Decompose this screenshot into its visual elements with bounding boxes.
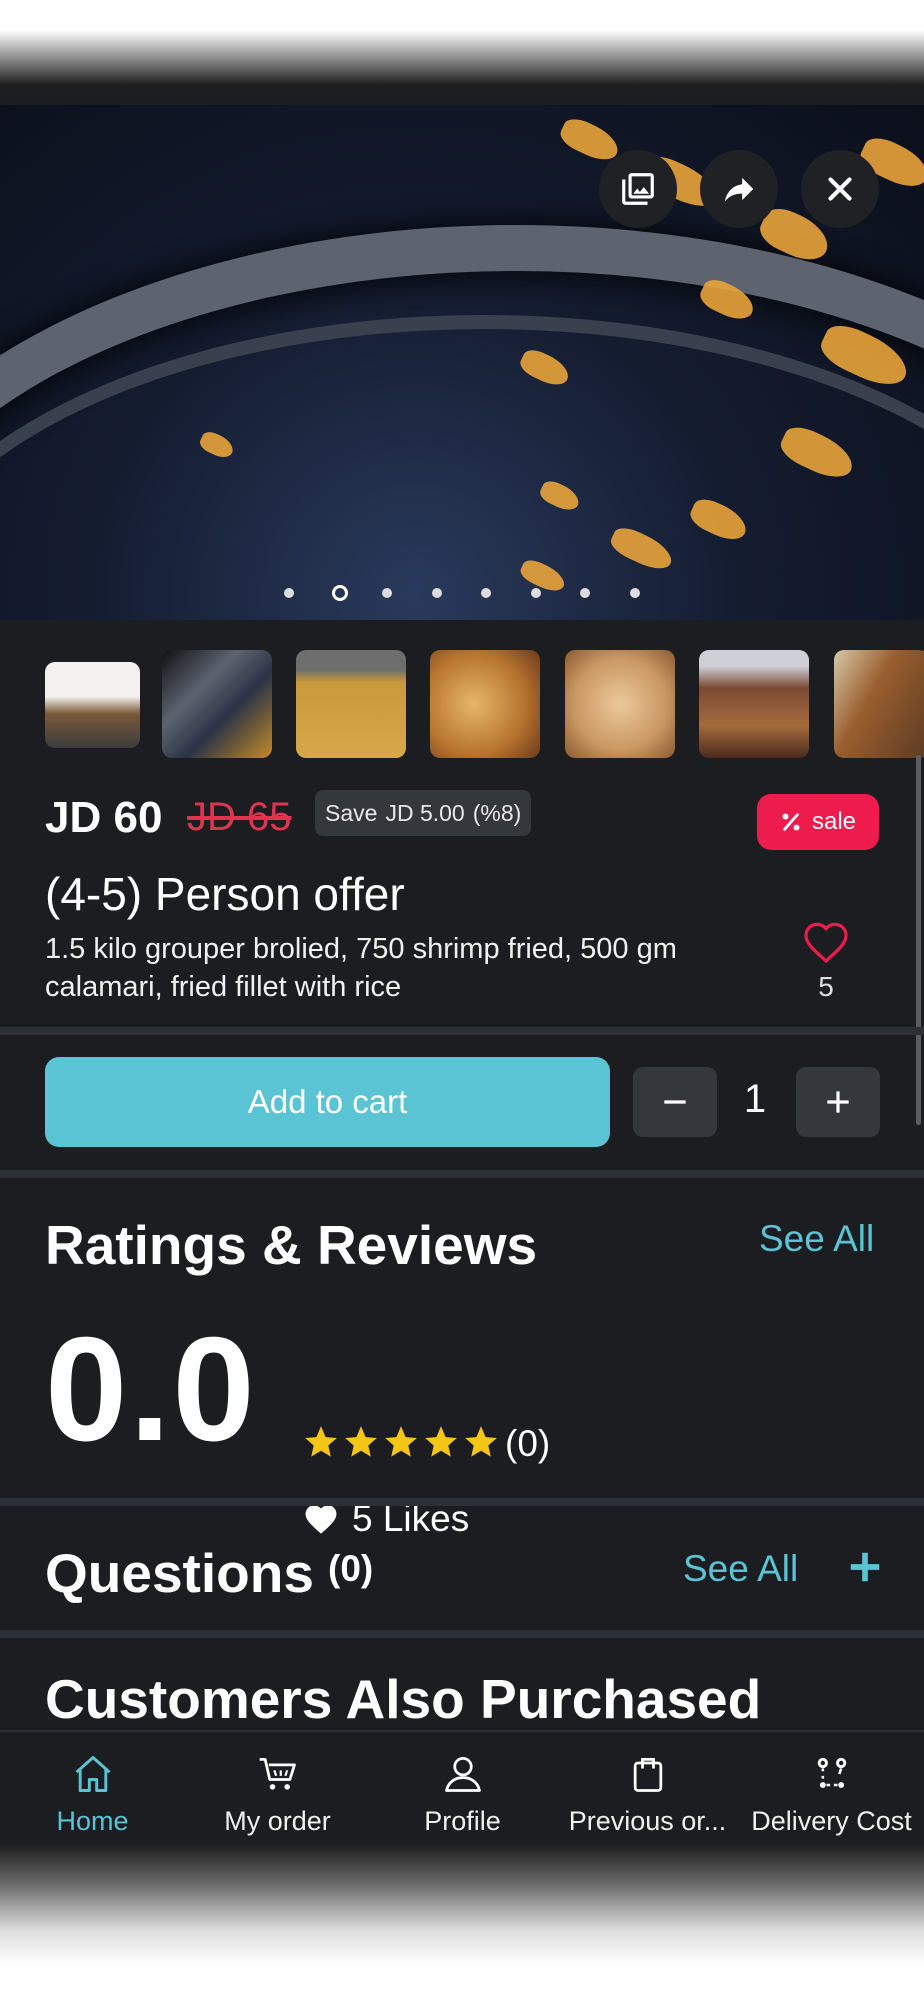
like-count: 5	[818, 971, 834, 1002]
star-icon	[462, 1423, 500, 1466]
like-button[interactable]: 5	[800, 920, 852, 1003]
thumbnail-strip[interactable]	[0, 650, 924, 760]
add-question-button[interactable]	[846, 1548, 884, 1591]
share-icon	[724, 177, 754, 202]
carousel-dot-active[interactable]	[332, 585, 348, 601]
save-amount: JD 5.00	[385, 799, 465, 826]
also-purchased-heading: Customers Also Purchased	[45, 1668, 762, 1730]
nav-previous-orders-label: Previous or...	[568, 1806, 727, 1836]
plus-icon	[827, 1091, 849, 1113]
plus-icon	[850, 1552, 880, 1582]
nav-profile[interactable]: Profile	[370, 1732, 555, 1845]
close-icon	[828, 177, 852, 201]
thumbnail-7[interactable]	[834, 650, 924, 758]
product-title: (4-5) Person offer	[45, 868, 405, 920]
nav-previous-orders[interactable]: Previous or...	[555, 1732, 740, 1845]
profile-icon	[444, 1757, 481, 1792]
thumbnail-1[interactable]	[45, 662, 140, 748]
nav-my-order-label: My order	[224, 1806, 331, 1836]
nav-delivery-cost-label: Delivery Cost	[751, 1806, 912, 1836]
thumbnail-2[interactable]	[162, 650, 272, 758]
carousel-dot[interactable]	[630, 588, 640, 598]
carousel-dot[interactable]	[284, 588, 294, 598]
bag-icon	[633, 1757, 662, 1792]
add-to-cart-button[interactable]: Add to cart	[45, 1057, 610, 1147]
close-button[interactable]	[801, 150, 879, 228]
save-label: Save	[325, 799, 378, 826]
heart-icon	[305, 1505, 337, 1534]
quantity-value: 1	[743, 1077, 767, 1121]
nav-home[interactable]: Home	[0, 1732, 185, 1845]
divider	[0, 1170, 924, 1178]
cart-icon	[259, 1757, 296, 1790]
divider	[0, 1027, 924, 1035]
old-price: JD 65	[187, 795, 292, 839]
increase-quantity-button[interactable]	[796, 1067, 880, 1137]
gallery-icon	[622, 173, 654, 205]
divider	[0, 1498, 924, 1506]
nav-profile-label: Profile	[424, 1806, 501, 1836]
percent-icon	[782, 813, 800, 831]
questions-see-all-link[interactable]: See All	[683, 1548, 798, 1590]
current-price: JD 60	[45, 793, 163, 842]
rating-score: 0.0	[45, 1307, 257, 1472]
carousel-dot[interactable]	[481, 588, 491, 598]
review-count: (0)	[505, 1423, 551, 1464]
nav-delivery-cost[interactable]: Delivery Cost	[739, 1732, 924, 1845]
star-icon	[342, 1423, 380, 1466]
share-button[interactable]	[700, 150, 778, 228]
star-icon	[302, 1423, 340, 1466]
sale-badge: sale	[757, 794, 879, 850]
thumbnail-3[interactable]	[296, 650, 406, 758]
carousel-indicator	[0, 585, 924, 601]
carousel-dot[interactable]	[382, 588, 392, 598]
nav-home-label: Home	[56, 1806, 129, 1836]
home-icon	[75, 1756, 110, 1792]
questions-count: (0)	[328, 1548, 374, 1589]
ratings-see-all-link[interactable]: See All	[759, 1218, 874, 1260]
gallery-button[interactable]	[599, 150, 677, 228]
divider	[0, 1630, 924, 1638]
save-percent: (%8)	[472, 799, 522, 826]
questions-heading: Questions	[45, 1542, 314, 1604]
star-icon	[382, 1423, 420, 1466]
save-badge: Save JD 5.00 (%8)	[315, 790, 532, 836]
star-rating	[302, 1423, 500, 1466]
bottom-navigation: Home My order Profile Previous or... Del…	[0, 1730, 924, 1845]
minus-icon	[664, 1100, 686, 1104]
carousel-dot[interactable]	[580, 588, 590, 598]
thumbnail-6[interactable]	[699, 650, 809, 758]
carousel-dot[interactable]	[432, 588, 442, 598]
screen-shadow	[0, 1845, 924, 2000]
scrollbar[interactable]	[916, 755, 921, 1125]
thumbnail-5[interactable]	[565, 650, 675, 758]
ratings-heading: Ratings & Reviews	[45, 1214, 538, 1276]
sale-label: sale	[811, 808, 857, 835]
thumbnail-4[interactable]	[430, 650, 540, 758]
product-description: 1.5 kilo grouper brolied, 750 shrimp fri…	[45, 933, 677, 1003]
decrease-quantity-button[interactable]	[633, 1067, 717, 1137]
product-hero-image[interactable]	[0, 105, 924, 620]
product-screen: JD 60 JD 65 Save JD 5.00 (%8) sale (4-5)…	[0, 105, 924, 1845]
nav-my-order[interactable]: My order	[185, 1732, 370, 1845]
carousel-dot[interactable]	[531, 588, 541, 598]
route-icon	[817, 1757, 846, 1788]
star-icon	[422, 1423, 460, 1466]
heart-outline-icon	[804, 922, 848, 964]
